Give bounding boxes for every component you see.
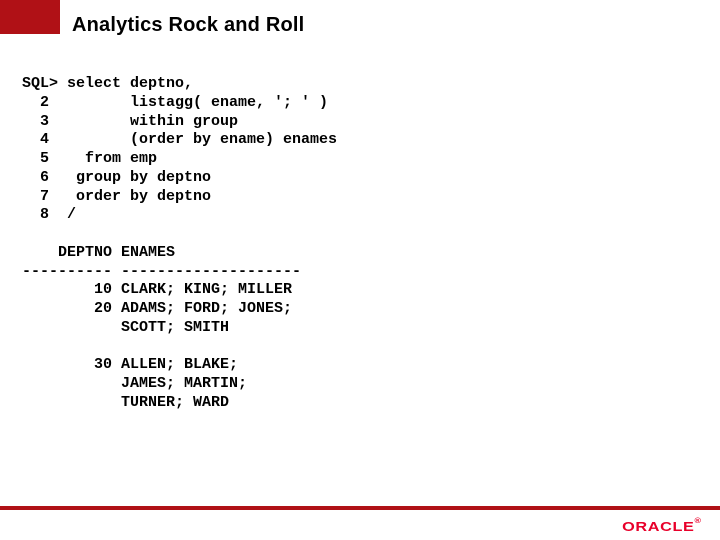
header-accent-block: [0, 0, 60, 34]
slide-title: Analytics Rock and Roll: [72, 14, 304, 37]
footer-accent-bar: [0, 506, 720, 510]
registered-mark-icon: ®: [695, 518, 702, 525]
oracle-logo-text: ORACLE: [623, 519, 695, 534]
sql-code-block: SQL> select deptno, 2 listagg( ename, ';…: [22, 75, 337, 413]
oracle-logo: ORACLE®: [623, 519, 702, 534]
